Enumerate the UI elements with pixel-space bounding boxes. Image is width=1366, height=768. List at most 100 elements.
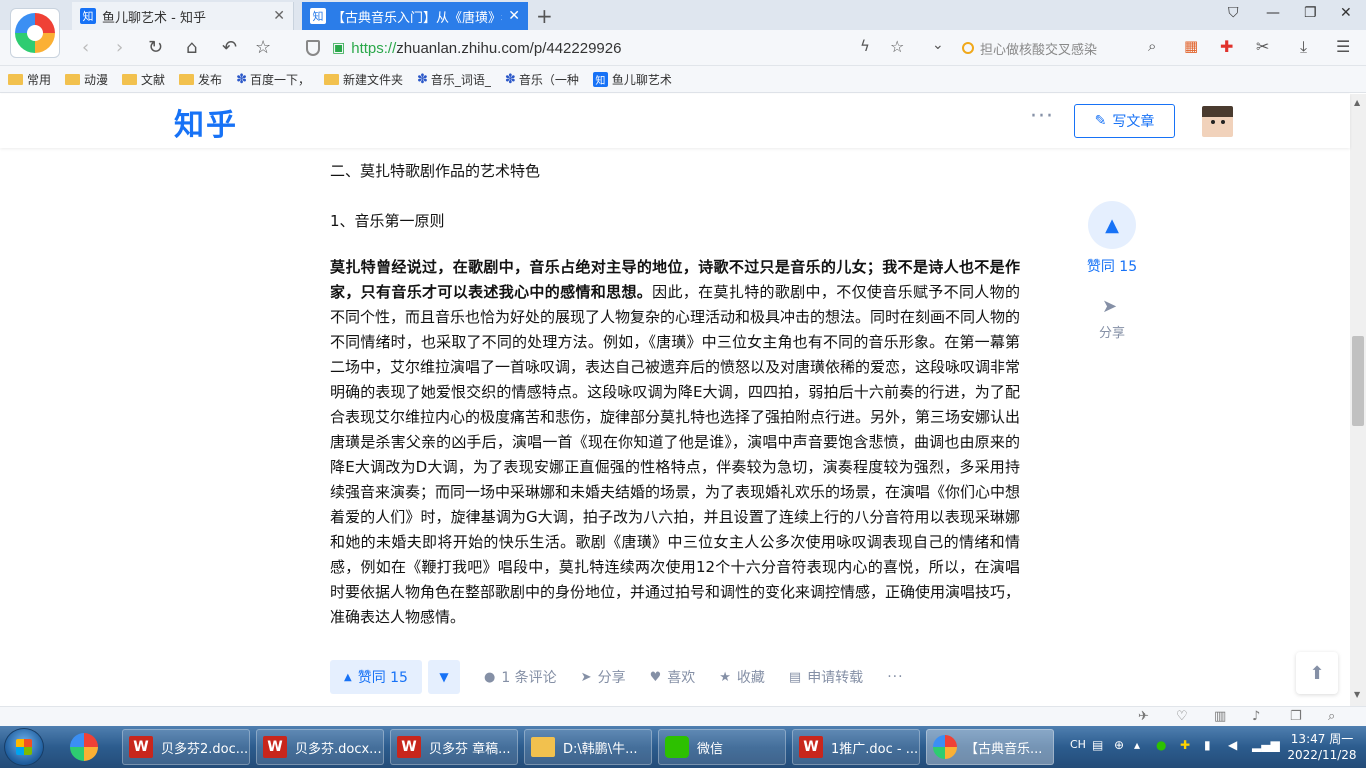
undo-icon[interactable]: ↶ <box>222 37 237 58</box>
bookmark-folder[interactable]: 动漫 <box>65 71 108 88</box>
bookmark-folder[interactable]: 发布 <box>179 71 222 88</box>
tab-bar: 知 鱼儿聊艺术 - 知乎 ✕ 知 【古典音乐入门】从《唐璜》看 ✕ + ⛉ — … <box>0 0 1366 30</box>
volume-icon[interactable]: ◀ <box>1228 738 1237 752</box>
rocket-icon[interactable]: ✈ <box>1138 709 1149 724</box>
usb-icon[interactable]: ▮ <box>1204 738 1211 752</box>
security-tray-icon[interactable]: ✚ <box>1180 738 1190 752</box>
reload-icon[interactable]: ↻ <box>148 37 163 58</box>
tab-title: 【古典音乐入门】从《唐璜》看 <box>332 10 503 26</box>
scroll-up-icon[interactable]: ▲ <box>1354 98 1360 107</box>
keyboard-icon[interactable]: ▤ <box>1092 738 1103 752</box>
search-icon[interactable]: ⌕ <box>1148 37 1156 55</box>
search-input[interactable]: 担心做核酸交叉感染 <box>962 36 1172 60</box>
like-button[interactable]: ♥ 喜欢 <box>650 667 696 687</box>
shield-icon <box>306 40 320 56</box>
comment-button[interactable]: ● 1 条评论 <box>484 667 557 687</box>
star-icon[interactable]: ☆ <box>255 37 271 58</box>
new-tab-icon[interactable]: + <box>536 4 553 28</box>
url-text: https://zhuanlan.zhihu.com/p/442229926 <box>351 39 622 57</box>
taskbar-item[interactable]: W 贝多芬2.doc... <box>122 729 250 765</box>
paper-plane-icon[interactable]: ➤ <box>1102 296 1117 317</box>
more-menu-icon[interactable]: ··· <box>1030 104 1054 129</box>
avatar[interactable] <box>1202 106 1233 137</box>
more-actions-icon[interactable]: ··· <box>887 669 903 685</box>
tab-title: 鱼儿聊艺术 - 知乎 <box>102 10 206 26</box>
pinned-browser-icon[interactable] <box>62 730 106 764</box>
window-icon[interactable]: ❐ <box>1290 709 1302 724</box>
collect-button[interactable]: ★ 收藏 <box>719 667 765 687</box>
scissors-icon[interactable]: ✂ <box>1256 37 1269 56</box>
paper-plane-icon: ➤ <box>580 669 592 685</box>
reprint-button[interactable]: ▤ 申请转载 <box>789 667 863 687</box>
heart-outline-icon[interactable]: ♡ <box>1176 709 1188 724</box>
sound-icon[interactable]: ♪ <box>1252 709 1260 724</box>
scroll-down-icon[interactable]: ▼ <box>1354 690 1360 699</box>
minimize-icon[interactable]: — <box>1266 5 1280 21</box>
lightning-icon[interactable]: ϟ <box>860 37 870 55</box>
document-icon: ▤ <box>788 669 802 685</box>
apps-grid-icon[interactable]: ▦ <box>1184 37 1198 55</box>
write-article-button[interactable]: ✎ 写文章 <box>1074 104 1175 138</box>
tab-article-active[interactable]: 知 【古典音乐入门】从《唐璜》看 ✕ <box>302 2 528 30</box>
language-indicator[interactable]: CH <box>1070 738 1086 751</box>
tab-yuer-art[interactable]: 知 鱼儿聊艺术 - 知乎 ✕ <box>72 2 294 30</box>
address-bar[interactable]: ▣ https://zhuanlan.zhihu.com/p/442229926 <box>296 33 956 63</box>
taskbar-item[interactable]: 微信 <box>658 729 786 765</box>
taskbar-item-active[interactable]: 【古典音乐... <box>926 729 1054 765</box>
clock-date: 2022/11/28 <box>1287 748 1357 762</box>
menu-icon[interactable]: ☰ <box>1336 37 1350 56</box>
taskbar-item[interactable]: D:\韩鹏\牛... <box>524 729 652 765</box>
forward-icon[interactable]: › <box>116 37 123 58</box>
side-share-label[interactable]: 分享 <box>1082 322 1142 341</box>
page-scrollbar[interactable]: ▲ ▼ <box>1350 94 1366 706</box>
clock-time: 13:47 周一 <box>1290 732 1354 746</box>
chevron-down-icon[interactable]: ⌄ <box>932 37 944 53</box>
vote-up-button[interactable]: ▲ 赞同 15 <box>330 660 422 694</box>
tab-close-icon[interactable]: ✕ <box>508 8 520 24</box>
back-icon[interactable]: ‹ <box>82 37 89 58</box>
share-button[interactable]: ➤ 分享 <box>581 667 626 687</box>
home-icon[interactable]: ⌂ <box>186 37 197 58</box>
bookmark-link[interactable]: ✽ 音乐（一种 <box>505 71 579 88</box>
download-icon[interactable]: ⤓ <box>1300 37 1307 57</box>
arrow-up-icon: ⬆ <box>1309 662 1325 684</box>
bookmark-folder[interactable]: 新建文件夹 <box>323 71 403 88</box>
input-method-icon[interactable]: ⊕ <box>1114 738 1124 752</box>
folder-icon <box>323 73 339 85</box>
zhihu-favicon-icon: 知 <box>592 71 608 87</box>
shirt-skin-icon[interactable]: ⛉ <box>1228 5 1239 21</box>
bookmark-folder[interactable]: 文献 <box>122 71 165 88</box>
zoom-icon[interactable]: ⌕ <box>1328 709 1335 724</box>
wps-icon: W <box>129 736 153 758</box>
scroll-thumb[interactable] <box>1352 336 1364 426</box>
wechat-tray-icon[interactable]: ● <box>1156 738 1166 752</box>
favorite-star-icon[interactable]: ☆ <box>890 37 904 56</box>
tray-expand-icon[interactable]: ▴ <box>1134 738 1140 752</box>
game-icon[interactable]: ✚ <box>1220 37 1233 56</box>
restore-icon[interactable]: ❐ <box>1304 5 1317 21</box>
close-window-icon[interactable]: ✕ <box>1340 5 1352 21</box>
bookmark-link[interactable]: ✽ 百度一下， <box>236 71 310 88</box>
folder-icon <box>122 73 138 85</box>
triangle-down-icon: ▼ <box>439 670 449 684</box>
triangle-up-icon: ▲ <box>344 671 352 683</box>
trash-icon[interactable]: ▥ <box>1214 709 1226 724</box>
bookmark-folder[interactable]: 常用 <box>8 71 51 88</box>
back-to-top-button[interactable]: ⬆ <box>1296 652 1338 694</box>
baidu-paw-icon: ✽ <box>236 71 247 87</box>
bookmark-link[interactable]: ✽ 音乐_词语_ <box>417 71 491 88</box>
taskbar-item[interactable]: W 1推广.doc - ... <box>792 729 920 765</box>
navigation-bar: ‹ › ↻ ⌂ ↶ ☆ ▣ https://zhuanlan.zhihu.com… <box>0 30 1366 66</box>
start-button[interactable] <box>4 728 44 766</box>
system-clock[interactable]: 13:47 周一 2022/11/28 <box>1284 731 1360 763</box>
zhihu-logo[interactable]: 知乎 <box>174 100 238 144</box>
network-icon[interactable]: ▂▄▆ <box>1252 738 1280 752</box>
tab-close-icon[interactable]: ✕ <box>273 8 285 24</box>
side-vote-up-button[interactable]: ▲ <box>1088 201 1136 249</box>
browser-logo-icon[interactable] <box>10 8 60 58</box>
vote-down-button[interactable]: ▼ <box>427 660 460 694</box>
folder-icon <box>179 73 195 85</box>
bookmark-link[interactable]: 知鱼儿聊艺术 <box>592 71 672 88</box>
taskbar-item[interactable]: W 贝多芬 章稿... <box>390 729 518 765</box>
taskbar-item[interactable]: W 贝多芬.docx... <box>256 729 384 765</box>
